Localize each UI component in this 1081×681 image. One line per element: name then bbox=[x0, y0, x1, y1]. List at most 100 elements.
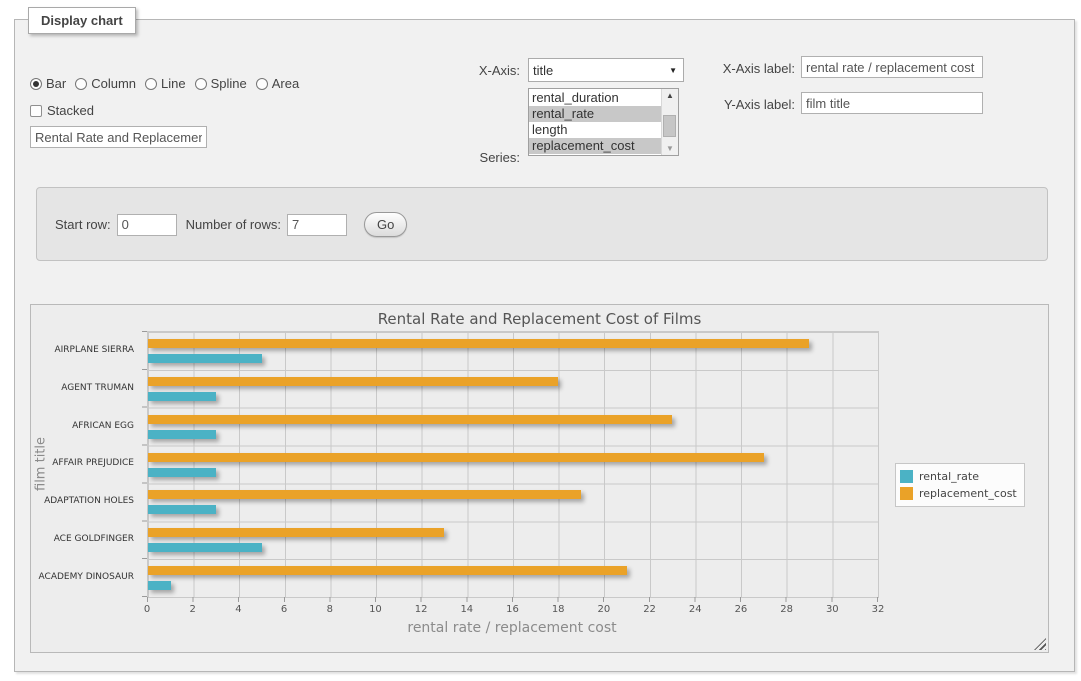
category-label: AGENT TRUMAN bbox=[31, 369, 141, 407]
legend-swatch-replacement_cost bbox=[900, 487, 913, 500]
x-tick-label: 10 bbox=[369, 604, 382, 615]
start-row-input[interactable] bbox=[117, 214, 177, 236]
chart-type-bar[interactable]: Bar bbox=[30, 76, 66, 91]
start-row-label: Start row: bbox=[55, 217, 111, 232]
bar-replacement_cost bbox=[148, 566, 627, 575]
y-axis-label-field-label: Y-Axis label: bbox=[615, 97, 795, 112]
y-axis-category-labels: AIRPLANE SIERRAAGENT TRUMANAFRICAN EGGAF… bbox=[31, 331, 141, 596]
chart-type-line[interactable]: Line bbox=[145, 76, 186, 91]
category-label: AFFAIR PREJUDICE bbox=[31, 445, 141, 483]
chart-type-spline[interactable]: Spline bbox=[195, 76, 247, 91]
bar-rental_rate bbox=[148, 392, 216, 401]
x-tick-label: 8 bbox=[327, 604, 333, 615]
stacked-label[interactable]: Stacked bbox=[47, 103, 94, 118]
chart-title-input[interactable] bbox=[30, 126, 207, 148]
bar-rental_rate bbox=[148, 581, 171, 590]
bar-group bbox=[148, 332, 878, 370]
x-tick-label: 0 bbox=[144, 604, 150, 615]
stacked-checkbox[interactable] bbox=[30, 105, 42, 117]
category-label: ACE GOLDFINGER bbox=[31, 520, 141, 558]
legend-swatch-rental_rate bbox=[900, 470, 913, 483]
display-chart-fieldset: Display chart Bar Column Line Spline bbox=[14, 19, 1075, 672]
x-tick-label: 28 bbox=[780, 604, 793, 615]
fieldset-legend: Display chart bbox=[28, 7, 136, 34]
scroll-down-icon[interactable]: ▼ bbox=[662, 142, 678, 155]
x-tick-label: 2 bbox=[190, 604, 196, 615]
bar-group bbox=[148, 408, 878, 446]
number-of-rows-input[interactable] bbox=[287, 214, 347, 236]
radio-bar-icon[interactable] bbox=[30, 78, 42, 90]
radio-line-label[interactable]: Line bbox=[161, 76, 186, 91]
bar-group bbox=[148, 370, 878, 408]
x-tick-label: 32 bbox=[872, 604, 885, 615]
bar-replacement_cost bbox=[148, 528, 444, 537]
bar-rental_rate bbox=[148, 430, 216, 439]
stacked-row: Stacked bbox=[30, 103, 94, 118]
radio-column-icon[interactable] bbox=[75, 78, 87, 90]
x-tick-label: 30 bbox=[826, 604, 839, 615]
bar-replacement_cost bbox=[148, 377, 558, 386]
bar-group bbox=[148, 559, 878, 597]
x-tick-label: 4 bbox=[235, 604, 241, 615]
x-axis-label-input[interactable] bbox=[801, 56, 983, 78]
x-tick-label: 26 bbox=[735, 604, 748, 615]
radio-area-icon[interactable] bbox=[256, 78, 268, 90]
x-tick-label: 12 bbox=[415, 604, 428, 615]
bar-group bbox=[148, 521, 878, 559]
number-of-rows-label: Number of rows: bbox=[186, 217, 281, 232]
series-option-length[interactable]: length bbox=[529, 122, 661, 138]
x-tick-label: 24 bbox=[689, 604, 702, 615]
go-button[interactable]: Go bbox=[364, 212, 407, 237]
row-range-controls: Start row: Number of rows: Go bbox=[55, 212, 407, 237]
bar-rental_rate bbox=[148, 543, 262, 552]
x-tick-label: 20 bbox=[598, 604, 611, 615]
chart-container: Rental Rate and Replacement Cost of Film… bbox=[30, 304, 1049, 653]
legend-item: rental_rate bbox=[900, 468, 1017, 485]
bar-replacement_cost bbox=[148, 453, 764, 462]
bar-rental_rate bbox=[148, 354, 262, 363]
x-axis-label-field-label: X-Axis label: bbox=[615, 61, 795, 76]
chart-type-area[interactable]: Area bbox=[256, 76, 299, 91]
bar-group bbox=[148, 483, 878, 521]
category-label: AFRICAN EGG bbox=[31, 407, 141, 445]
x-tick-label: 6 bbox=[281, 604, 287, 615]
category-label: ACADEMY DINOSAUR bbox=[31, 558, 141, 596]
radio-spline-icon[interactable] bbox=[195, 78, 207, 90]
category-label: ADAPTATION HOLES bbox=[31, 482, 141, 520]
radio-area-label[interactable]: Area bbox=[272, 76, 299, 91]
page: Display chart Bar Column Line Spline bbox=[0, 0, 1081, 681]
row-range-panel: Start row: Number of rows: Go bbox=[36, 187, 1048, 261]
x-tick-label: 18 bbox=[552, 604, 565, 615]
radio-bar-label[interactable]: Bar bbox=[46, 76, 66, 91]
radio-spline-label[interactable]: Spline bbox=[211, 76, 247, 91]
scrollbar-thumb[interactable] bbox=[663, 115, 676, 137]
x-axis-select-label: X-Axis: bbox=[410, 63, 520, 78]
x-tick-label: 22 bbox=[643, 604, 656, 615]
x-axis-tick-labels: 02468101214161820222426283032 bbox=[147, 604, 878, 616]
bar-replacement_cost bbox=[148, 490, 581, 499]
chart-title: Rental Rate and Replacement Cost of Film… bbox=[31, 310, 1048, 328]
legend-label: rental_rate bbox=[919, 470, 979, 483]
chart-type-column[interactable]: Column bbox=[75, 76, 136, 91]
bar-replacement_cost bbox=[148, 339, 809, 348]
plot-area bbox=[147, 331, 879, 598]
bar-group bbox=[148, 446, 878, 484]
x-tick-label: 14 bbox=[460, 604, 473, 615]
series-option-replacement_cost[interactable]: replacement_cost bbox=[529, 138, 661, 154]
y-axis-label-input[interactable] bbox=[801, 92, 983, 114]
legend-label: replacement_cost bbox=[919, 487, 1017, 500]
fieldset-legend-text: Display chart bbox=[41, 13, 123, 28]
x-axis-ticks bbox=[147, 597, 878, 602]
chart-type-radios: Bar Column Line Spline Area bbox=[30, 76, 299, 91]
legend-item: replacement_cost bbox=[900, 485, 1017, 502]
category-label: AIRPLANE SIERRA bbox=[31, 331, 141, 369]
radio-column-label[interactable]: Column bbox=[91, 76, 136, 91]
radio-line-icon[interactable] bbox=[145, 78, 157, 90]
bar-rental_rate bbox=[148, 505, 216, 514]
bar-replacement_cost bbox=[148, 415, 672, 424]
x-tick-label: 16 bbox=[506, 604, 519, 615]
x-axis-title: rental rate / replacement cost bbox=[147, 620, 877, 636]
bar-rental_rate bbox=[148, 468, 216, 477]
chart-legend: rental_rate replacement_cost bbox=[895, 463, 1025, 507]
resize-grip-icon[interactable] bbox=[1034, 638, 1046, 650]
